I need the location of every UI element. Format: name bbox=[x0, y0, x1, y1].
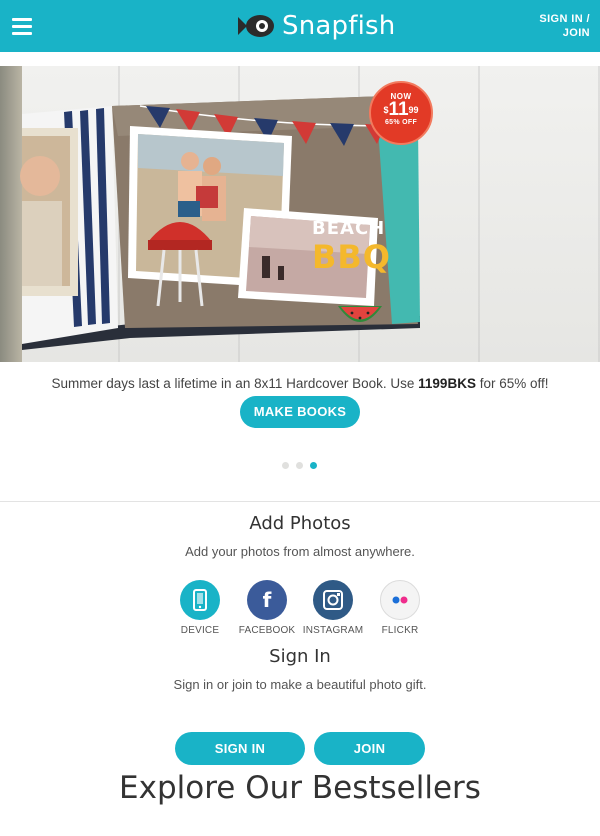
brand-name: Snapfish bbox=[282, 11, 396, 41]
top-header: Snapfish SIGN IN / JOIN bbox=[0, 0, 600, 52]
section-divider bbox=[0, 501, 600, 502]
carousel-dot[interactable] bbox=[296, 462, 303, 469]
book-title-bbq: BBQ bbox=[312, 238, 391, 276]
price-badge: NOW $1199 65% OFF bbox=[369, 81, 433, 145]
sign-in-button[interactable]: SIGN IN bbox=[175, 732, 305, 765]
fish-logo-icon bbox=[238, 15, 274, 37]
make-books-button[interactable]: MAKE BOOKS bbox=[240, 396, 360, 428]
promo-text-before: Summer days last a lifetime in an 8x11 H… bbox=[51, 376, 419, 391]
promo-code: 1199BKS bbox=[418, 376, 476, 391]
sign-in-subtitle: Sign in or join to make a beautiful phot… bbox=[173, 677, 427, 692]
phone-icon bbox=[180, 580, 220, 620]
source-flickr[interactable]: FLICKR bbox=[360, 580, 440, 636]
sign-in-link-text: SIGN IN / bbox=[539, 13, 590, 25]
join-link-text: JOIN bbox=[562, 27, 590, 39]
hamburger-menu-icon[interactable] bbox=[12, 18, 32, 35]
source-flickr-label: FLICKR bbox=[381, 625, 419, 636]
badge-price: $1199 bbox=[371, 99, 431, 120]
add-photos-title: Add Photos bbox=[249, 513, 351, 534]
carousel-dot[interactable] bbox=[282, 462, 289, 469]
badge-price-cents: 99 bbox=[408, 105, 419, 115]
sign-in-join-link[interactable]: SIGN IN / JOIN bbox=[539, 12, 590, 40]
instagram-icon bbox=[313, 580, 353, 620]
join-button[interactable]: JOIN bbox=[314, 732, 425, 765]
add-photos-subtitle: Add your photos from almost anywhere. bbox=[185, 544, 415, 559]
facebook-icon: f bbox=[247, 580, 287, 620]
badge-price-amount: 11 bbox=[388, 99, 409, 120]
promo-text-after: for 65% off! bbox=[475, 376, 549, 391]
bestsellers-title: Explore Our Bestsellers bbox=[119, 770, 481, 806]
snapfish-logo[interactable]: Snapfish bbox=[238, 10, 395, 42]
book-title-beach: BEACH bbox=[312, 218, 386, 239]
hero-banner[interactable]: NOW $1199 65% OFF BEACH BBQ bbox=[0, 66, 600, 362]
sign-in-title: Sign In bbox=[269, 646, 331, 667]
carousel-dots bbox=[282, 462, 317, 469]
badge-off-text: 65% OFF bbox=[384, 119, 418, 126]
carousel-dot-active[interactable] bbox=[310, 462, 317, 469]
flickr-icon bbox=[380, 580, 420, 620]
photo-book-illustration bbox=[20, 96, 420, 350]
promo-text: Summer days last a lifetime in an 8x11 H… bbox=[0, 376, 600, 391]
